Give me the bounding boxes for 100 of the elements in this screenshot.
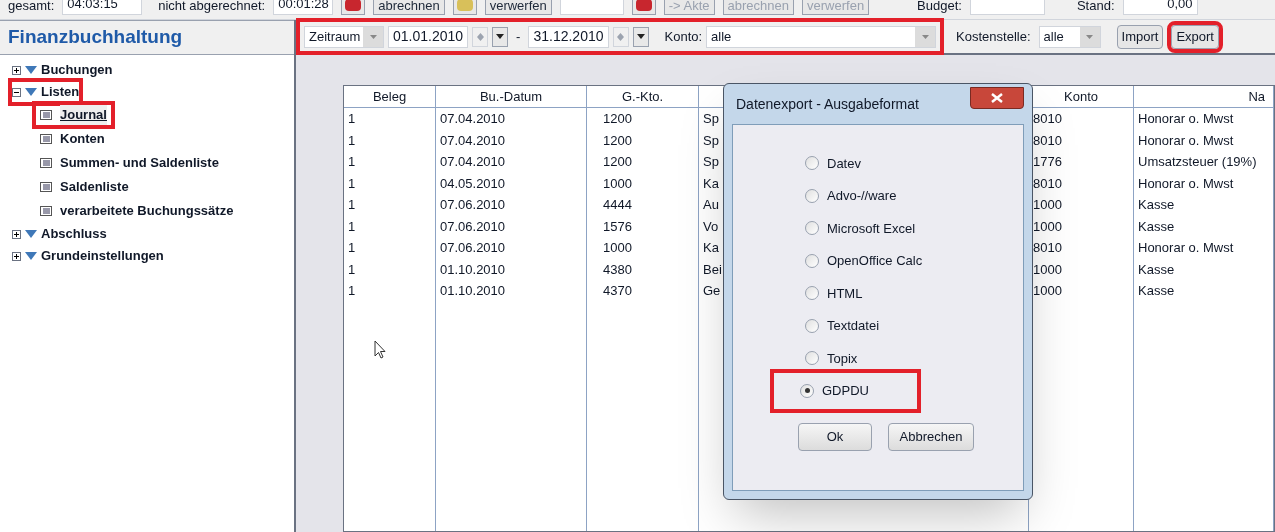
- dialog-title: Datenexport - Ausgabeformat: [736, 94, 919, 114]
- caret-icon: [369, 34, 377, 39]
- radio-button[interactable]: [805, 188, 819, 203]
- stop-button[interactable]: [631, 0, 656, 15]
- radio-button[interactable]: [805, 286, 819, 301]
- table-cell: 01.10.2010: [440, 283, 506, 298]
- table-cell: 1: [348, 154, 356, 169]
- caret-icon: [496, 34, 505, 39]
- tree-node[interactable]: Buchungen: [41, 60, 113, 80]
- radio-label[interactable]: GDPDU: [822, 381, 869, 401]
- column-header[interactable]: G.-Kto.: [621, 89, 664, 104]
- list-icon: [40, 158, 52, 168]
- table-cell: 1000: [1033, 261, 1062, 277]
- caret-icon: [1086, 34, 1094, 39]
- cancel-button[interactable]: Abbrechen: [888, 423, 974, 451]
- tree-item[interactable]: Saldenliste: [60, 177, 129, 197]
- total-label: gesamt:: [8, 0, 55, 15]
- radio-button[interactable]: [800, 383, 814, 398]
- period-select[interactable]: Zeitraum: [304, 25, 384, 48]
- table-cell: 01.10.2010: [440, 261, 506, 277]
- expander-icon[interactable]: [12, 251, 21, 261]
- tree-node[interactable]: Grundeinstellungen: [41, 246, 164, 266]
- radio-label[interactable]: Topix: [827, 348, 858, 368]
- radio-button[interactable]: [805, 351, 819, 366]
- tree-item[interactable]: verarbeitete Buchungssätze: [60, 201, 234, 221]
- cost-center-select[interactable]: alle: [1038, 25, 1101, 48]
- column-header[interactable]: Konto: [1064, 89, 1098, 104]
- table-cell: Honorar o. Mwst: [1138, 240, 1234, 255]
- tree-item[interactable]: Journal: [60, 105, 107, 125]
- list-icon: [40, 206, 52, 216]
- account-label: Konto:: [664, 27, 703, 46]
- table-cell: 07.06.2010: [440, 240, 506, 255]
- list-icon: [40, 110, 52, 120]
- table-cell: Ge: [703, 283, 721, 298]
- column-header[interactable]: Bu.-Datum: [479, 89, 543, 104]
- caret-icon: [636, 34, 645, 39]
- table-cell: Honorar o. Mwst: [1138, 111, 1234, 126]
- table-cell: Kasse: [1138, 261, 1175, 277]
- dropdown-button[interactable]: [492, 26, 509, 47]
- budget-field[interactable]: [969, 0, 1045, 15]
- table-cell: Kasse: [1138, 197, 1175, 212]
- table-cell: 1: [348, 218, 356, 234]
- table-cell: Sp: [703, 132, 719, 148]
- table-cell: 1776: [1033, 154, 1062, 169]
- table-cell: 1: [348, 175, 356, 191]
- table-cell: 1: [348, 197, 356, 212]
- date-field[interactable]: 01.01.2010: [388, 25, 469, 48]
- expander-icon[interactable]: [12, 229, 21, 239]
- table-cell: Sp: [703, 111, 719, 126]
- radio-label[interactable]: Advo-//ware: [827, 186, 897, 206]
- expander-icon[interactable]: [12, 65, 21, 75]
- tree-item[interactable]: Summen- und Saldenliste: [60, 153, 219, 173]
- table-cell: 8010: [1033, 175, 1062, 191]
- caret-icon: [921, 34, 929, 39]
- table-cell: 4380: [603, 261, 632, 277]
- table-cell: Au: [703, 197, 719, 212]
- radio-label[interactable]: OpenOffice Calc: [827, 251, 923, 271]
- tree-node[interactable]: Abschluss: [41, 224, 107, 244]
- tree-node[interactable]: Listen: [41, 82, 80, 102]
- account-select[interactable]: alle: [706, 25, 937, 48]
- column-header[interactable]: Na: [1248, 89, 1265, 104]
- triangle-icon: [25, 66, 37, 74]
- text-field[interactable]: [559, 0, 624, 15]
- radio-button[interactable]: [805, 156, 819, 171]
- dropdown-button[interactable]: [632, 26, 649, 47]
- radio-label[interactable]: Datev: [827, 153, 861, 173]
- radio-button[interactable]: [805, 318, 819, 333]
- stop-button[interactable]: [341, 0, 366, 15]
- table-cell: 8010: [1033, 111, 1062, 126]
- table-cell: 1000: [603, 175, 632, 191]
- table-cell: Kasse: [1138, 283, 1175, 298]
- table-cell: 07.04.2010: [440, 132, 506, 148]
- radio-label[interactable]: Microsoft Excel: [827, 218, 916, 238]
- table-cell: Bei: [703, 261, 722, 277]
- radio-label[interactable]: Textdatei: [827, 316, 880, 336]
- table-cell: 07.04.2010: [440, 111, 506, 126]
- table-cell: Umsatzsteuer (19%): [1138, 154, 1257, 169]
- date-field[interactable]: 31.12.2010: [528, 25, 609, 48]
- radio-button[interactable]: [805, 221, 819, 236]
- table-cell: 1000: [1033, 283, 1062, 298]
- import-button[interactable]: Import: [1116, 24, 1164, 49]
- ok-button[interactable]: Ok: [798, 423, 872, 451]
- toolbar-button[interactable]: abrechnen: [373, 0, 445, 15]
- stand-label: Stand:: [1076, 0, 1115, 15]
- close-button[interactable]: [970, 87, 1024, 109]
- tree-item[interactable]: Konten: [60, 129, 105, 149]
- table-cell: 1000: [1033, 218, 1062, 234]
- table-cell: 4370: [603, 283, 632, 298]
- radio-label[interactable]: HTML: [827, 283, 863, 303]
- table-cell: 1000: [603, 240, 632, 255]
- close-icon: [991, 93, 1003, 103]
- unbilled-label: nicht abgerechnet:: [158, 0, 266, 15]
- table-cell: Honorar o. Mwst: [1138, 132, 1234, 148]
- table-cell: 8010: [1033, 240, 1062, 255]
- toolbar-button[interactable]: verwerfen: [484, 0, 552, 15]
- table-cell: Sp: [703, 154, 719, 169]
- radio-button[interactable]: [805, 253, 819, 268]
- column-header[interactable]: Beleg: [372, 89, 407, 104]
- folder-button[interactable]: [452, 0, 477, 15]
- expander-icon[interactable]: [12, 87, 21, 97]
